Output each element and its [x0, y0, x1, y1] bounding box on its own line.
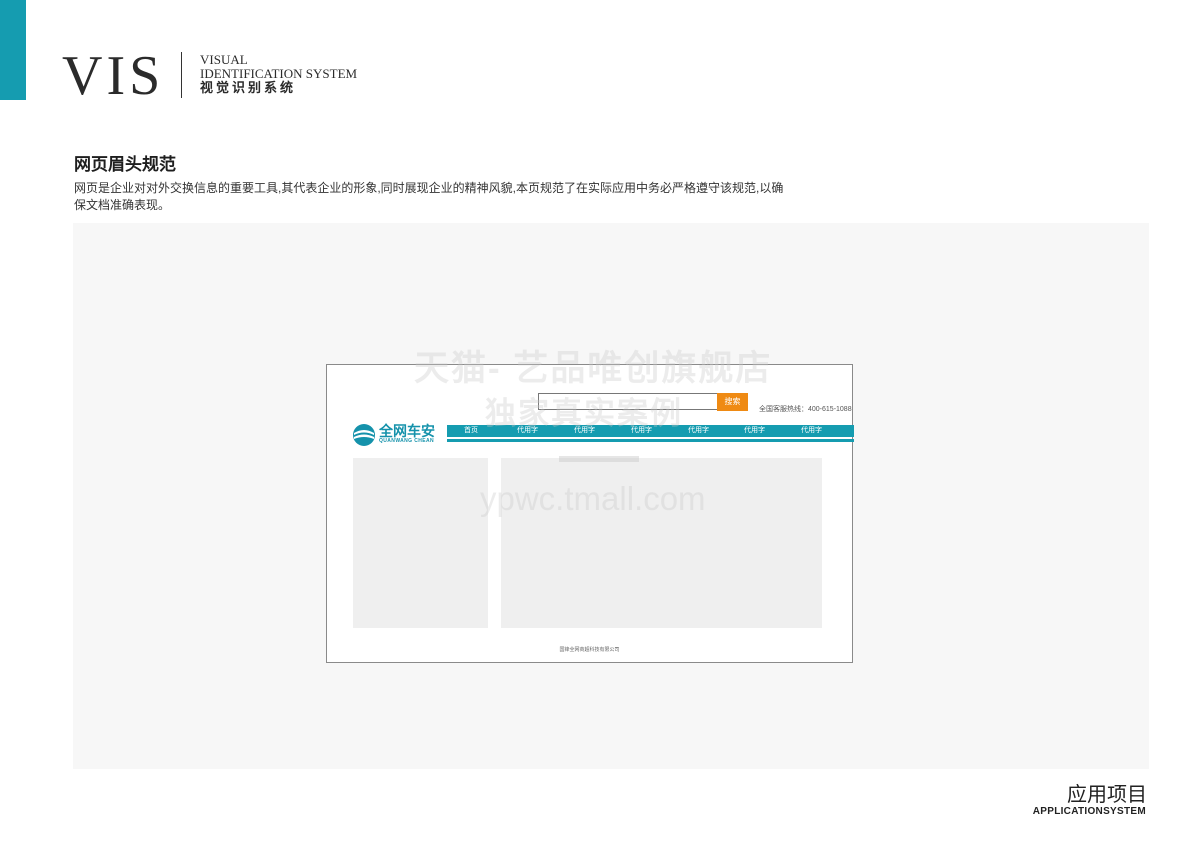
mock-brand-logo: 全网车安 QUANWANG CHEAN: [352, 421, 437, 449]
mock-footer-text: 国锋全网商超科技有限公司: [559, 647, 620, 653]
mock-sidebar-placeholder: [353, 458, 488, 628]
subtitle-cn: 视觉识别系统: [200, 81, 297, 96]
mock-search-button: 搜索: [717, 393, 748, 411]
vis-logo: VIS: [62, 45, 165, 107]
section-description: 网页是企业对对外交换信息的重要工具,其代表企业的形象,同时展现企业的精神风貌,本…: [74, 181, 784, 212]
vis-subtitle: VISUAL IDENTIFICATION SYSTEM 视觉识别系统: [200, 53, 357, 96]
nav-item: 代用字: [574, 427, 595, 434]
mock-nav-underline: [447, 439, 854, 442]
nav-item: 代用字: [517, 427, 538, 434]
watermark-bar: [559, 456, 639, 462]
nav-item: 代用字: [688, 427, 709, 434]
nav-item: 首页: [464, 427, 478, 434]
mock-search-input: [538, 393, 718, 410]
logo-divider: [181, 52, 182, 98]
nav-item: 代用字: [744, 427, 765, 434]
mock-nav-bar: 首页 代用字 代用字 代用字 代用字 代用字 代用字: [447, 425, 854, 437]
mock-hotline: 全国客服热线：400-615-1088: [759, 406, 852, 413]
footer-title-en: APPLICATIONSYSTEM: [1032, 806, 1146, 817]
webpage-header-mockup: 搜索 全国客服热线：400-615-1088 全网车安 QUANWANG CHE…: [326, 364, 854, 663]
section-title: 网页眉头规范: [74, 155, 176, 174]
footer-title-cn: 应用项目: [1067, 784, 1147, 806]
brand-name-en: QUANWANG CHEAN: [379, 438, 435, 444]
corner-accent-bar: [0, 0, 26, 100]
nav-item: 代用字: [631, 427, 652, 434]
subtitle-line1: VISUAL: [200, 52, 248, 67]
nav-item: 代用字: [801, 427, 822, 434]
subtitle-line2: IDENTIFICATION SYSTEM: [200, 66, 358, 81]
brand-mark-icon: [353, 424, 375, 446]
mock-content-placeholder: [501, 458, 822, 628]
